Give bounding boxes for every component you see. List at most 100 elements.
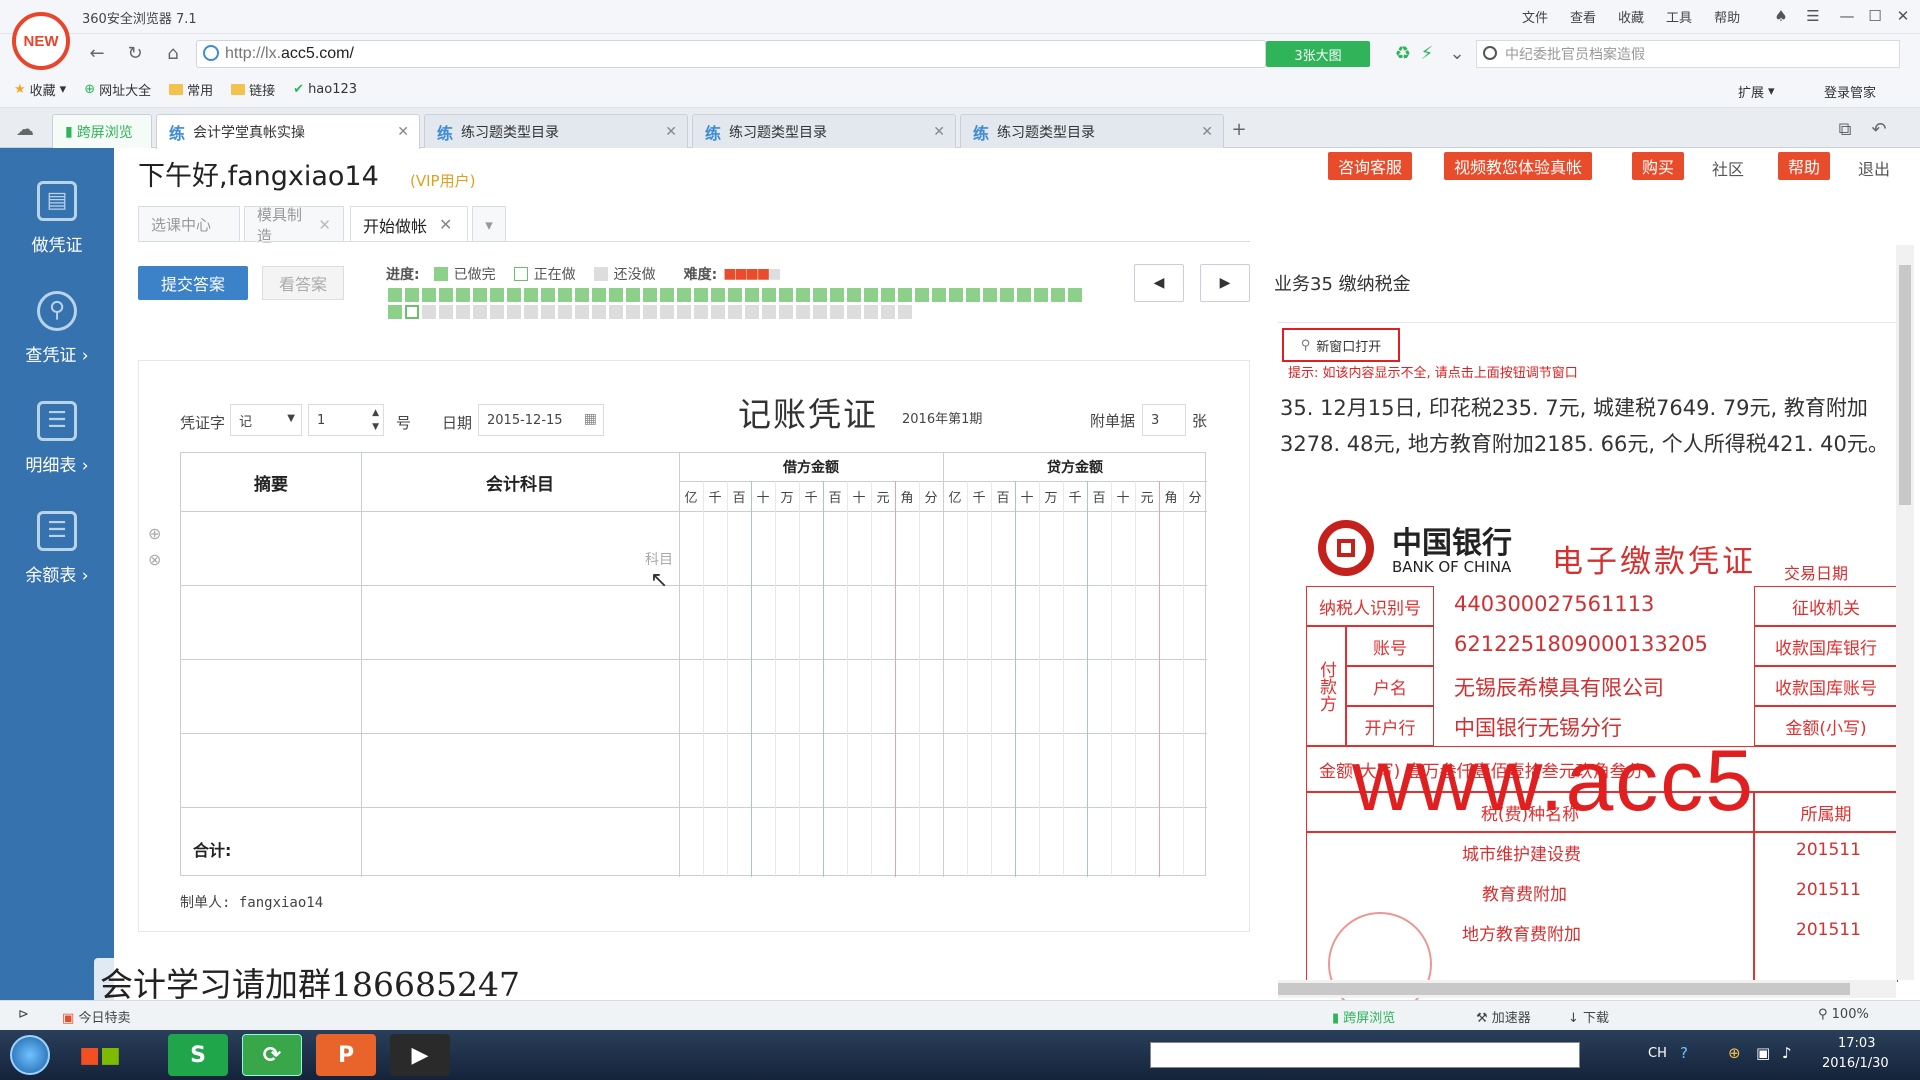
progress-cell[interactable] bbox=[711, 288, 725, 302]
progress-cell[interactable] bbox=[864, 288, 878, 302]
progress-cell[interactable] bbox=[643, 305, 657, 319]
sidebar-item-query-voucher[interactable]: ⚲ 查凭证 › bbox=[0, 278, 114, 378]
input-language[interactable]: CH bbox=[1648, 1046, 1667, 1061]
recorder-app-icon[interactable]: ▶ bbox=[390, 1034, 450, 1076]
progress-cell[interactable] bbox=[813, 305, 827, 319]
progress-cell[interactable] bbox=[626, 288, 640, 302]
progress-cell[interactable] bbox=[949, 288, 963, 302]
cross-screen-link[interactable]: ▮ 跨屏浏览 bbox=[1332, 1007, 1395, 1026]
progress-cell[interactable] bbox=[439, 288, 453, 302]
progress-cell[interactable] bbox=[592, 305, 606, 319]
skin-icon[interactable]: ♠ bbox=[1768, 4, 1794, 28]
taskbar-search-input[interactable] bbox=[1150, 1042, 1580, 1068]
menu-icon[interactable]: ☰ bbox=[1800, 4, 1826, 28]
progress-cell[interactable] bbox=[541, 305, 555, 319]
progress-cell[interactable] bbox=[456, 288, 470, 302]
cloud-icon[interactable]: ☁ bbox=[14, 118, 36, 140]
subtab-mold[interactable]: 模具制造 ✕ bbox=[244, 206, 344, 245]
progress-cell[interactable] bbox=[1034, 288, 1048, 302]
prev-button[interactable]: ◀ bbox=[1134, 264, 1184, 302]
zoom-level[interactable]: ⚲ 100% bbox=[1818, 1007, 1869, 1022]
tab-exercise-2[interactable]: 练练习题类型目录 ✕ bbox=[692, 114, 956, 148]
progress-cell[interactable] bbox=[626, 305, 640, 319]
progress-cell[interactable] bbox=[660, 288, 674, 302]
progress-cell[interactable] bbox=[473, 305, 487, 319]
progress-cell[interactable] bbox=[490, 305, 504, 319]
progress-cell[interactable] bbox=[1017, 288, 1031, 302]
accelerator-link[interactable]: ⚒ 加速器 bbox=[1476, 1007, 1531, 1026]
submit-answer-button[interactable]: 提交答案 bbox=[138, 266, 248, 300]
progress-cell[interactable] bbox=[847, 288, 861, 302]
subtab-course[interactable]: 选课中心 bbox=[138, 206, 240, 242]
progress-cell[interactable] bbox=[881, 288, 895, 302]
view-answer-button[interactable]: 看答案 bbox=[262, 266, 344, 300]
voucher-number-stepper[interactable]: 1 ▲ ▼ bbox=[308, 404, 384, 436]
download-link[interactable]: ↓ 下载 bbox=[1568, 1007, 1609, 1026]
restore-tab-icon[interactable]: ⧉ bbox=[1834, 118, 1856, 140]
progress-cell[interactable] bbox=[847, 305, 861, 319]
close-icon[interactable]: ✕ bbox=[318, 216, 331, 234]
progress-cell[interactable] bbox=[575, 305, 589, 319]
bookmark-favorites[interactable]: ★ 收藏 ▾ bbox=[14, 80, 66, 99]
close-tab-icon[interactable]: ✕ bbox=[933, 124, 945, 140]
sidebar-item-detail[interactable]: ☰ 明细表 › bbox=[0, 388, 114, 488]
new-tab-icon[interactable]: + bbox=[1228, 118, 1250, 140]
undo-icon[interactable]: ↶ bbox=[1868, 118, 1890, 140]
progress-cell[interactable] bbox=[745, 305, 759, 319]
tab-exercise-1[interactable]: 练练习题类型目录 ✕ bbox=[424, 114, 688, 148]
network-icon[interactable]: ▣ bbox=[1756, 1044, 1770, 1062]
presentation-app-icon[interactable]: P bbox=[316, 1034, 376, 1076]
progress-cell[interactable] bbox=[711, 305, 725, 319]
progress-cell[interactable] bbox=[864, 305, 878, 319]
progress-cell[interactable] bbox=[830, 305, 844, 319]
date-field[interactable]: 2015-12-15 ▦ bbox=[478, 404, 604, 436]
progress-cell[interactable] bbox=[405, 288, 419, 302]
progress-cell[interactable] bbox=[745, 288, 759, 302]
lightning-icon[interactable]: ⚡ bbox=[1416, 42, 1438, 64]
progress-cell[interactable] bbox=[694, 288, 708, 302]
chevron-down-icon[interactable]: ⌄ bbox=[1446, 42, 1468, 64]
progress-cell[interactable] bbox=[405, 305, 419, 319]
progress-cell[interactable] bbox=[881, 305, 895, 319]
progress-cell[interactable] bbox=[388, 305, 402, 319]
next-button[interactable]: ▶ bbox=[1200, 264, 1250, 302]
progress-cell[interactable] bbox=[983, 288, 997, 302]
stepper-icon[interactable]: ▲ ▼ bbox=[372, 406, 379, 434]
tab-accounting[interactable]: 练会计学堂真帐实操 ✕ bbox=[156, 114, 420, 149]
progress-cell[interactable] bbox=[609, 305, 623, 319]
refresh-icon[interactable]: ↻ bbox=[124, 42, 146, 64]
minimize-button[interactable]: — bbox=[1834, 4, 1860, 28]
address-bar[interactable]: http://lx. acc5.com/ bbox=[196, 40, 1266, 68]
progress-cell[interactable] bbox=[643, 288, 657, 302]
attach-count-input[interactable]: 3 bbox=[1142, 404, 1186, 436]
progress-cell[interactable] bbox=[830, 288, 844, 302]
progress-cell[interactable] bbox=[422, 288, 436, 302]
progress-cell[interactable] bbox=[490, 288, 504, 302]
app-s-icon[interactable]: S bbox=[168, 1034, 228, 1076]
add-row-icon[interactable]: ⊕ bbox=[148, 524, 161, 543]
bookmark-sites[interactable]: ⊕ 网址大全 bbox=[84, 80, 151, 99]
progress-cell[interactable] bbox=[966, 288, 980, 302]
bookmark-links[interactable]: 链接 bbox=[231, 80, 275, 99]
back-arrow-icon[interactable]: ← bbox=[86, 42, 108, 64]
progress-cell[interactable] bbox=[677, 305, 691, 319]
progress-cell[interactable] bbox=[575, 288, 589, 302]
menu-tools[interactable]: 工具 bbox=[1666, 7, 1692, 26]
progress-cell[interactable] bbox=[507, 288, 521, 302]
progress-cell[interactable] bbox=[524, 288, 538, 302]
progress-cell[interactable] bbox=[660, 305, 674, 319]
home-icon[interactable]: ⌂ bbox=[162, 42, 184, 64]
close-tab-icon[interactable]: ✕ bbox=[1201, 124, 1213, 140]
sidebar-item-make-voucher[interactable]: ▤ 做凭证 bbox=[0, 168, 114, 268]
maximize-button[interactable]: ☐ bbox=[1862, 4, 1888, 28]
video-button[interactable]: 视频教您体验真帐 bbox=[1444, 152, 1593, 180]
progress-cell[interactable] bbox=[558, 305, 572, 319]
menu-favorites[interactable]: 收藏 bbox=[1618, 7, 1644, 26]
progress-cell[interactable] bbox=[422, 305, 436, 319]
progress-cell[interactable] bbox=[1051, 288, 1065, 302]
progress-cell[interactable] bbox=[813, 288, 827, 302]
extension-button[interactable]: 扩展 ▾ bbox=[1738, 82, 1775, 101]
progress-cell[interactable] bbox=[779, 305, 793, 319]
tab-cross-screen[interactable]: ▮ 跨屏浏览 bbox=[52, 114, 152, 148]
voucher-word-select[interactable]: 记 ▼ bbox=[230, 404, 302, 436]
